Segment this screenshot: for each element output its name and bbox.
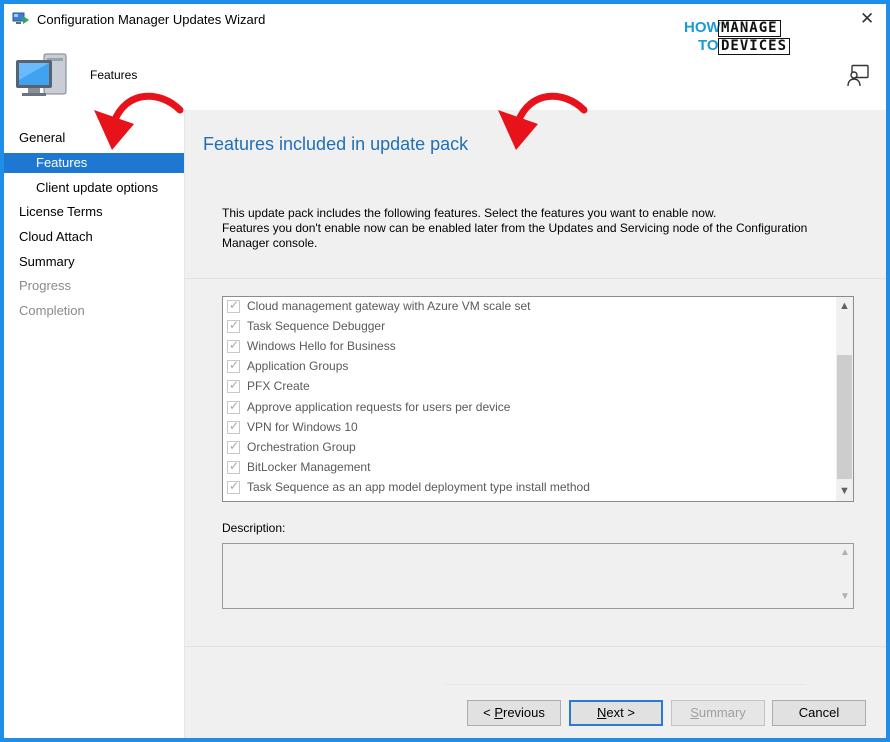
nav-item-completion: Completion	[19, 303, 85, 318]
scroll-thumb[interactable]	[837, 355, 852, 479]
feature-checkbox[interactable]: ✓	[227, 338, 240, 353]
separator-line	[185, 646, 886, 647]
logo-how-text: HOW	[684, 19, 721, 36]
features-list[interactable]: ✓ Cloud management gateway with Azure VM…	[222, 296, 854, 502]
feature-checkbox[interactable]: ✓	[227, 399, 240, 414]
logo-to-text: TO	[698, 37, 719, 54]
checkmark-icon: ✓	[229, 479, 240, 493]
scroll-down-icon[interactable]: ▼	[836, 483, 853, 500]
intro-line-1: This update pack includes the following …	[222, 206, 717, 220]
checkmark-icon: ✓	[229, 298, 240, 312]
feature-label: Cloud management gateway with Azure VM s…	[247, 299, 531, 313]
description-label: Description:	[222, 521, 286, 535]
feature-checkbox[interactable]: ✓	[227, 358, 240, 373]
checkmark-icon: ✓	[229, 439, 240, 453]
feature-item[interactable]: ✓ Windows Hello for Business	[227, 337, 827, 357]
window-title: Configuration Manager Updates Wizard	[37, 12, 266, 27]
description-scroll-down-icon: ▼	[840, 591, 850, 602]
nav-item-license-terms[interactable]: License Terms	[4, 202, 184, 222]
checkmark-icon: ✓	[229, 399, 240, 413]
computer-monitor-icon	[16, 53, 67, 96]
scroll-up-icon[interactable]: ▲	[836, 298, 853, 315]
wizard-app-icon	[12, 12, 29, 24]
feature-checkbox[interactable]: ✓	[227, 439, 240, 454]
feature-item[interactable]: ✓ VPN for Windows 10	[227, 418, 827, 438]
feature-checkbox[interactable]: ✓	[227, 298, 240, 313]
nav-item-summary[interactable]: Summary	[4, 252, 184, 272]
previous-rest: revious	[502, 705, 545, 720]
previous-button[interactable]: < Previous	[467, 700, 561, 726]
feature-label: Windows Hello for Business	[247, 339, 396, 353]
feature-label: Approve application requests for users p…	[247, 400, 511, 414]
feature-item[interactable]: ✓ BitLocker Management	[227, 458, 827, 478]
intro-text: This update pack includes the following …	[222, 206, 822, 251]
feature-item[interactable]: ✓ Approve application requests for users…	[227, 398, 827, 418]
checkmark-icon: ✓	[229, 358, 240, 372]
feature-label: PFX Create	[247, 379, 310, 393]
description-scroll-up-icon: ▲	[840, 547, 850, 558]
content-pane: Features included in update pack This up…	[185, 110, 886, 738]
feature-item[interactable]: ✓ Task Sequence Debugger	[227, 317, 827, 337]
feature-label: Application Groups	[247, 359, 349, 373]
feature-label: BitLocker Management	[247, 460, 371, 474]
wizard-nav: General Features Client update options L…	[4, 110, 184, 738]
next-accel: N	[597, 705, 607, 720]
previous-prefix: <	[483, 705, 495, 720]
summary-accel: S	[690, 705, 699, 720]
feature-item[interactable]: ✓ Task Sequence as an app model deployme…	[227, 478, 827, 498]
checkmark-icon: ✓	[229, 378, 240, 392]
checkmark-icon: ✓	[229, 419, 240, 433]
checkmark-icon: ✓	[229, 338, 240, 352]
next-button[interactable]: Next >	[569, 700, 663, 726]
cancel-button[interactable]: Cancel	[772, 700, 866, 726]
description-box	[222, 543, 854, 609]
feature-checkbox[interactable]: ✓	[227, 459, 240, 474]
feedback-person-icon[interactable]	[846, 64, 870, 88]
feature-item[interactable]: ✓ Orchestration Group	[227, 438, 827, 458]
feature-checkbox[interactable]: ✓	[227, 479, 240, 494]
feature-item[interactable]: ✓ PFX Create	[227, 377, 827, 397]
feature-label: Task Sequence Debugger	[247, 319, 386, 333]
feature-checkbox[interactable]: ✓	[227, 318, 240, 333]
checkmark-icon: ✓	[229, 459, 240, 473]
close-icon[interactable]: ✕	[860, 9, 874, 29]
nav-item-client-update-options[interactable]: Client update options	[4, 178, 184, 198]
logo-devices-text: DEVICES	[718, 38, 791, 55]
nav-item-progress: Progress	[19, 278, 72, 293]
previous-accel: P	[494, 705, 503, 720]
feature-item[interactable]: ✓ Cloud management gateway with Azure VM…	[227, 297, 827, 317]
how-to-manage-devices-logo: HOW TO MANAGE DEVICES	[684, 20, 800, 58]
separator-line	[445, 684, 805, 685]
checkmark-icon: ✓	[229, 318, 240, 332]
feature-label: VPN for Windows 10	[247, 420, 358, 434]
summary-rest: ummary	[698, 705, 746, 720]
feature-label: Task Sequence as an app model deployment…	[247, 480, 590, 494]
feature-checkbox[interactable]: ✓	[227, 419, 240, 434]
feature-checkbox[interactable]: ✓	[227, 378, 240, 393]
separator-line	[185, 278, 886, 279]
page-title: Features included in update pack	[203, 134, 469, 154]
features-scrollbar[interactable]: ▲ ▼	[836, 297, 853, 501]
summary-button: Summary	[671, 700, 765, 726]
annotation-arrow-icon	[94, 92, 184, 150]
intro-line-2: Features you don't enable now can be ena…	[222, 221, 808, 250]
annotation-arrow-icon	[498, 92, 588, 150]
wizard-window: Configuration Manager Updates Wizard ✕ H…	[4, 4, 886, 738]
header-title: Features	[90, 68, 138, 82]
next-rest: ext >	[606, 705, 635, 720]
nav-item-cloud-attach[interactable]: Cloud Attach	[4, 227, 184, 247]
feature-label: Orchestration Group	[247, 440, 356, 454]
feature-item[interactable]: ✓ Application Groups	[227, 357, 827, 377]
logo-manage-text: MANAGE	[718, 20, 781, 37]
